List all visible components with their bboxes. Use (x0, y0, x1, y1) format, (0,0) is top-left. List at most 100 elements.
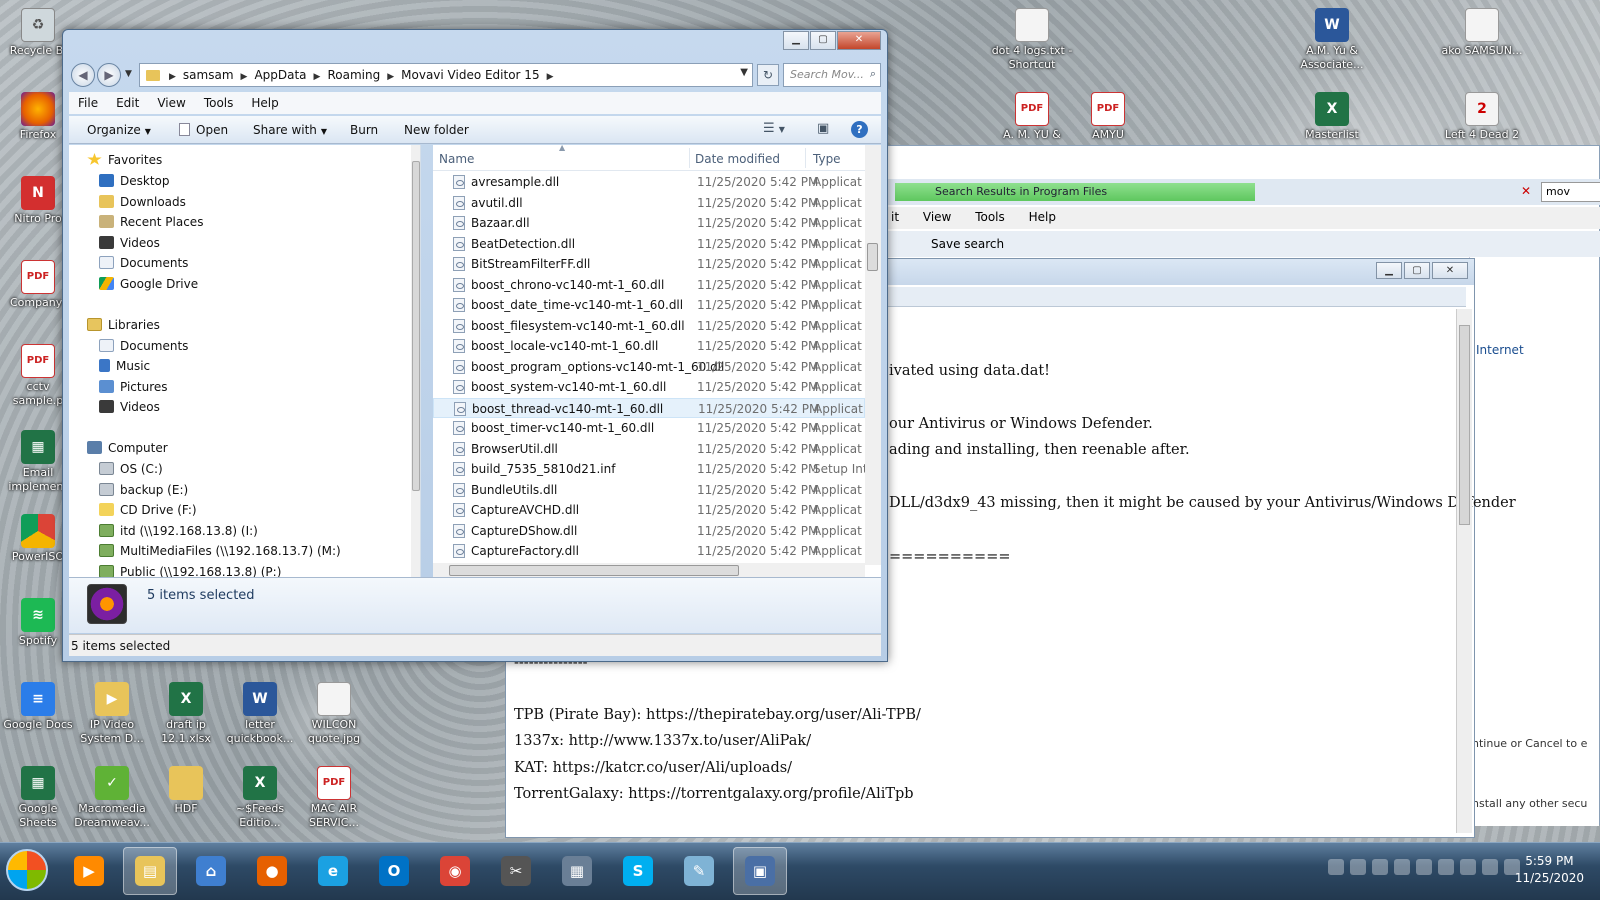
file-row[interactable]: avutil.dll 11/25/2020 5:42 PM Applicat (433, 193, 865, 214)
desktop-icon-left4dead2[interactable]: 2 Left 4 Dead 2 (1440, 92, 1524, 142)
desktop-icon-google-docs[interactable]: ≡ Google Docs (0, 682, 76, 732)
file-row[interactable]: boost_system-vc140-mt-1_60.dll 11/25/2020… (433, 377, 865, 398)
file-row[interactable]: boost_date_time-vc140-mt-1_60.dll 11/25/2… (433, 295, 865, 316)
start-button[interactable] (6, 849, 48, 891)
file-row[interactable]: BundleUtils.dll 11/25/2020 5:42 PM Applica… (433, 480, 865, 501)
scroll-thumb[interactable] (867, 243, 878, 271)
chevron-right-icon[interactable]: ▶ (309, 68, 326, 82)
file-row[interactable]: CaptureAVCHD.dll 11/25/2020 5:42 PM Applic… (433, 500, 865, 521)
burn-button[interactable]: Burn (350, 123, 378, 137)
chevron-right-icon[interactable]: ▶ (164, 68, 181, 82)
navigation-pane[interactable]: Favorites Desktop Downloads Recent Place… (69, 145, 421, 577)
tray-icon[interactable] (1394, 859, 1410, 875)
nav-computer[interactable]: Computer (87, 441, 168, 461)
taskbar-app[interactable]: ✂ (489, 847, 543, 895)
explorer-window[interactable]: ▁ ▢ ✕ ◀ ▶ ▼ ▶ samsam ▶ AppData ▶ Roaming ▶ Mova… (62, 29, 888, 662)
internet-link[interactable]: Internet (1476, 343, 1524, 357)
menu-tools[interactable]: Tools (195, 92, 243, 110)
desktop-icon-dreamweaver[interactable]: ✓ Macromedia Dreamweav... (74, 766, 150, 830)
desktop-icon-amyu[interactable]: PDF AMYU (1066, 92, 1150, 142)
tray-icon[interactable] (1350, 859, 1366, 875)
new-folder-button[interactable]: New folder (404, 123, 469, 137)
nav-lib-pictures[interactable]: Pictures (99, 380, 168, 400)
nav-lib-documents[interactable]: Documents (99, 339, 188, 359)
breadcrumb-samsam[interactable]: samsam (181, 64, 236, 82)
desktop-icon-ip-video[interactable]: ▶ IP Video System D... (74, 682, 150, 746)
file-row[interactable]: CaptureFactory.dll 11/25/2020 5:42 PM Appl… (433, 541, 865, 562)
column-divider[interactable] (689, 148, 690, 168)
nav-favorites[interactable]: Favorites (87, 153, 162, 173)
tray-icon[interactable] (1372, 859, 1388, 875)
readme-scrollbar[interactable] (1456, 309, 1472, 833)
menu-help[interactable]: Help (242, 92, 287, 110)
taskbar-app[interactable]: ● (245, 847, 299, 895)
nav-lib-videos[interactable]: Videos (99, 400, 160, 420)
taskbar-app[interactable]: ▤ (123, 847, 177, 895)
nav-lib-music[interactable]: Music (99, 359, 150, 379)
help-icon[interactable]: ? (851, 121, 868, 138)
chevron-down-icon[interactable]: ▼ (740, 67, 748, 78)
file-row[interactable]: build_7535_5810d21.inf 11/25/2020 5:42 PM… (433, 459, 868, 480)
organize-button[interactable]: Organize ▼ (87, 123, 151, 137)
desktop-icon-masterlist[interactable]: X Masterlist (1290, 92, 1374, 142)
desktop-icon-draft-ip[interactable]: X draft ip 12.1.xlsx (148, 682, 224, 746)
clock[interactable]: 5:59 PM 11/25/2020 (1515, 853, 1584, 887)
column-divider[interactable] (805, 148, 806, 168)
search-window-search-input[interactable]: mov (1541, 182, 1600, 202)
column-name[interactable]: Name (439, 152, 474, 166)
nav-google-drive[interactable]: Google Drive (99, 277, 198, 297)
network-icon[interactable] (1460, 859, 1476, 875)
desktop-icon-hdf[interactable]: HDF (148, 766, 224, 816)
back-arrow-icon[interactable]: ◀ (71, 63, 95, 87)
scroll-thumb[interactable] (412, 161, 420, 491)
scroll-thumb[interactable] (449, 565, 739, 576)
taskbar-app[interactable]: e (306, 847, 360, 895)
file-row[interactable]: BrowserUtil.dll 11/25/2020 5:42 PM Applica… (433, 439, 865, 460)
taskbar-app[interactable]: ▣ (733, 847, 787, 895)
menu-tools[interactable]: Tools (965, 207, 1015, 227)
flag-icon[interactable] (1482, 859, 1498, 875)
desktop-icon-mac-air[interactable]: PDF MAC AIR SERVIC... (296, 766, 372, 830)
nav-drive-c[interactable]: OS (C:) (99, 462, 163, 482)
breadcrumb-movavi[interactable]: Movavi Video Editor 15 (399, 64, 541, 82)
refresh-icon[interactable]: ↻ (757, 64, 779, 86)
save-search-button[interactable]: Save search (931, 237, 1004, 251)
share-with-button[interactable]: Share with ▼ (253, 123, 327, 137)
desktop-icon-letter-quickbook[interactable]: W letter quickbook... (222, 682, 298, 746)
file-row[interactable]: boost_timer-vc140-mt-1_60.dll 11/25/2020 … (433, 418, 865, 439)
file-row[interactable]: BitStreamFilterFF.dll 11/25/2020 5:42 PM A… (433, 254, 865, 275)
column-type[interactable]: Type (813, 152, 841, 166)
file-row[interactable]: boost_chrono-vc140-mt-1_60.dll 11/25/2020… (433, 275, 865, 296)
menu-edit[interactable]: Edit (107, 92, 148, 110)
nav-drive-m[interactable]: MultiMediaFiles (\\192.168.13.7) (M:) (99, 544, 341, 564)
taskbar-app[interactable]: ✎ (672, 847, 726, 895)
preview-pane-icon[interactable]: ▣ (817, 121, 829, 136)
taskbar-app[interactable]: O (367, 847, 421, 895)
menu-view[interactable]: View (148, 92, 194, 110)
forward-arrow-icon[interactable]: ▶ (97, 63, 121, 87)
recent-pages-icon[interactable]: ▼ (125, 69, 132, 79)
clear-search-icon[interactable]: ✕ (1521, 184, 1531, 198)
close-icon[interactable]: ✕ (1432, 262, 1468, 279)
desktop-icon-wilcon-quote[interactable]: WILCON quote.jpg (296, 682, 372, 746)
desktop-icon-sfeeds[interactable]: X ~$Feeds Editio... (222, 766, 298, 830)
taskbar-app[interactable]: ◉ (428, 847, 482, 895)
maximize-icon[interactable]: ▢ (810, 31, 836, 50)
breadcrumb-appdata[interactable]: AppData (252, 64, 308, 82)
file-list[interactable]: Name ▲ Date modified Type avresample.dll… (433, 145, 881, 577)
nav-scrollbar[interactable] (411, 145, 420, 577)
tray-icon[interactable] (1416, 859, 1432, 875)
maximize-icon[interactable]: ▢ (1404, 262, 1430, 279)
tray-icon[interactable] (1438, 859, 1454, 875)
chevron-right-icon[interactable]: ▶ (542, 68, 559, 82)
scroll-thumb[interactable] (1459, 325, 1470, 525)
file-list-vscroll[interactable] (865, 145, 881, 565)
desktop-icon-google-sheets[interactable]: ▦ Google Sheets (0, 766, 76, 830)
desktop-icon-ako-samsung[interactable]: ako SAMSUN... (1440, 8, 1524, 58)
file-row[interactable]: CaptureDShow.dll 11/25/2020 5:42 PM Applic… (433, 521, 865, 542)
search-icon[interactable]: ⌕ (870, 67, 876, 81)
chevron-right-icon[interactable]: ▶ (382, 68, 399, 82)
search-address-bar[interactable]: Search Results in Program Files ✕ mov (881, 179, 1600, 205)
minimize-icon[interactable]: ▁ (1376, 262, 1402, 279)
file-row[interactable]: avresample.dll 11/25/2020 5:42 PM Applicat (433, 172, 865, 193)
